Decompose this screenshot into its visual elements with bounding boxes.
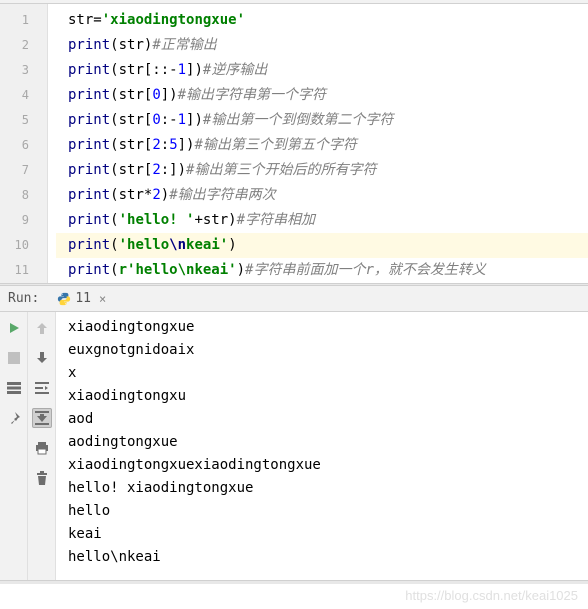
python-icon: [57, 292, 71, 306]
code-line[interactable]: print(str[0])#输出字符串第一个字符: [56, 83, 588, 108]
output-line: hello\nkeai: [68, 546, 588, 569]
code-line[interactable]: print(str*2)#输出字符串两次: [56, 183, 588, 208]
line-number: 10: [0, 233, 47, 258]
line-number: 4: [0, 83, 47, 108]
trash-button[interactable]: [32, 468, 52, 488]
wrap-button[interactable]: [32, 378, 52, 398]
line-number: 9: [0, 208, 47, 233]
code-line[interactable]: print(r'hello\nkeai')#字符串前面加一个r，就不会发生转义: [56, 258, 588, 283]
output-line: keai: [68, 523, 588, 546]
output-line: xiaodingtongxu: [68, 385, 588, 408]
output-line: x: [68, 362, 588, 385]
code-line[interactable]: print('hello! '+str)#字符串相加: [56, 208, 588, 233]
output-line: aod: [68, 408, 588, 431]
down-button[interactable]: [32, 348, 52, 368]
scroll-to-end-button[interactable]: [32, 408, 52, 428]
line-number: 11: [0, 258, 47, 283]
status-bar: [0, 580, 588, 584]
rerun-button[interactable]: [4, 318, 24, 338]
code-line[interactable]: print(str[2:5])#输出第三个到第五个字符: [56, 133, 588, 158]
stop-button[interactable]: [4, 348, 24, 368]
pin-button[interactable]: [4, 408, 24, 428]
output-line: hello: [68, 500, 588, 523]
line-number: 3: [0, 58, 47, 83]
line-number: 1: [0, 8, 47, 33]
output-line: aodingtongxue: [68, 431, 588, 454]
run-config-tab[interactable]: 11 ×: [51, 289, 112, 308]
layout-button[interactable]: [4, 378, 24, 398]
run-tool-body: xiaodingtongxueeuxgnotgnidoaixxxiaodingt…: [0, 312, 588, 580]
line-number-gutter: 1234567891011: [0, 4, 48, 283]
run-toolbar-right: [28, 312, 56, 580]
output-line: euxgnotgnidoaix: [68, 339, 588, 362]
code-area[interactable]: str='xiaodingtongxue'print(str)#正常输出prin…: [48, 4, 588, 283]
close-icon[interactable]: ×: [99, 292, 106, 306]
line-number: 6: [0, 133, 47, 158]
line-number: 8: [0, 183, 47, 208]
output-line: xiaodingtongxuexiaodingtongxue: [68, 454, 588, 477]
run-config-name: 11: [75, 291, 91, 306]
console-output[interactable]: xiaodingtongxueeuxgnotgnidoaixxxiaodingt…: [56, 312, 588, 580]
code-line[interactable]: print(str[::-1])#逆序输出: [56, 58, 588, 83]
line-number: 2: [0, 33, 47, 58]
line-number: 7: [0, 158, 47, 183]
print-button[interactable]: [32, 438, 52, 458]
code-line[interactable]: print('hello\nkeai'): [56, 233, 588, 258]
code-line[interactable]: print(str[2:])#输出第三个开始后的所有字符: [56, 158, 588, 183]
code-line[interactable]: print(str)#正常输出: [56, 33, 588, 58]
output-line: xiaodingtongxue: [68, 316, 588, 339]
run-label: Run:: [8, 291, 39, 306]
output-line: hello! xiaodingtongxue: [68, 477, 588, 500]
run-toolbar-left: [0, 312, 28, 580]
watermark-text: https://blog.csdn.net/keai1025: [405, 588, 578, 603]
code-line[interactable]: print(str[0:-1])#输出第一个到倒数第二个字符: [56, 108, 588, 133]
up-button[interactable]: [32, 318, 52, 338]
run-tool-header: Run: 11 ×: [0, 286, 588, 312]
code-editor: 1234567891011 str='xiaodingtongxue'print…: [0, 4, 588, 283]
line-number: 5: [0, 108, 47, 133]
code-line[interactable]: str='xiaodingtongxue': [56, 8, 588, 33]
